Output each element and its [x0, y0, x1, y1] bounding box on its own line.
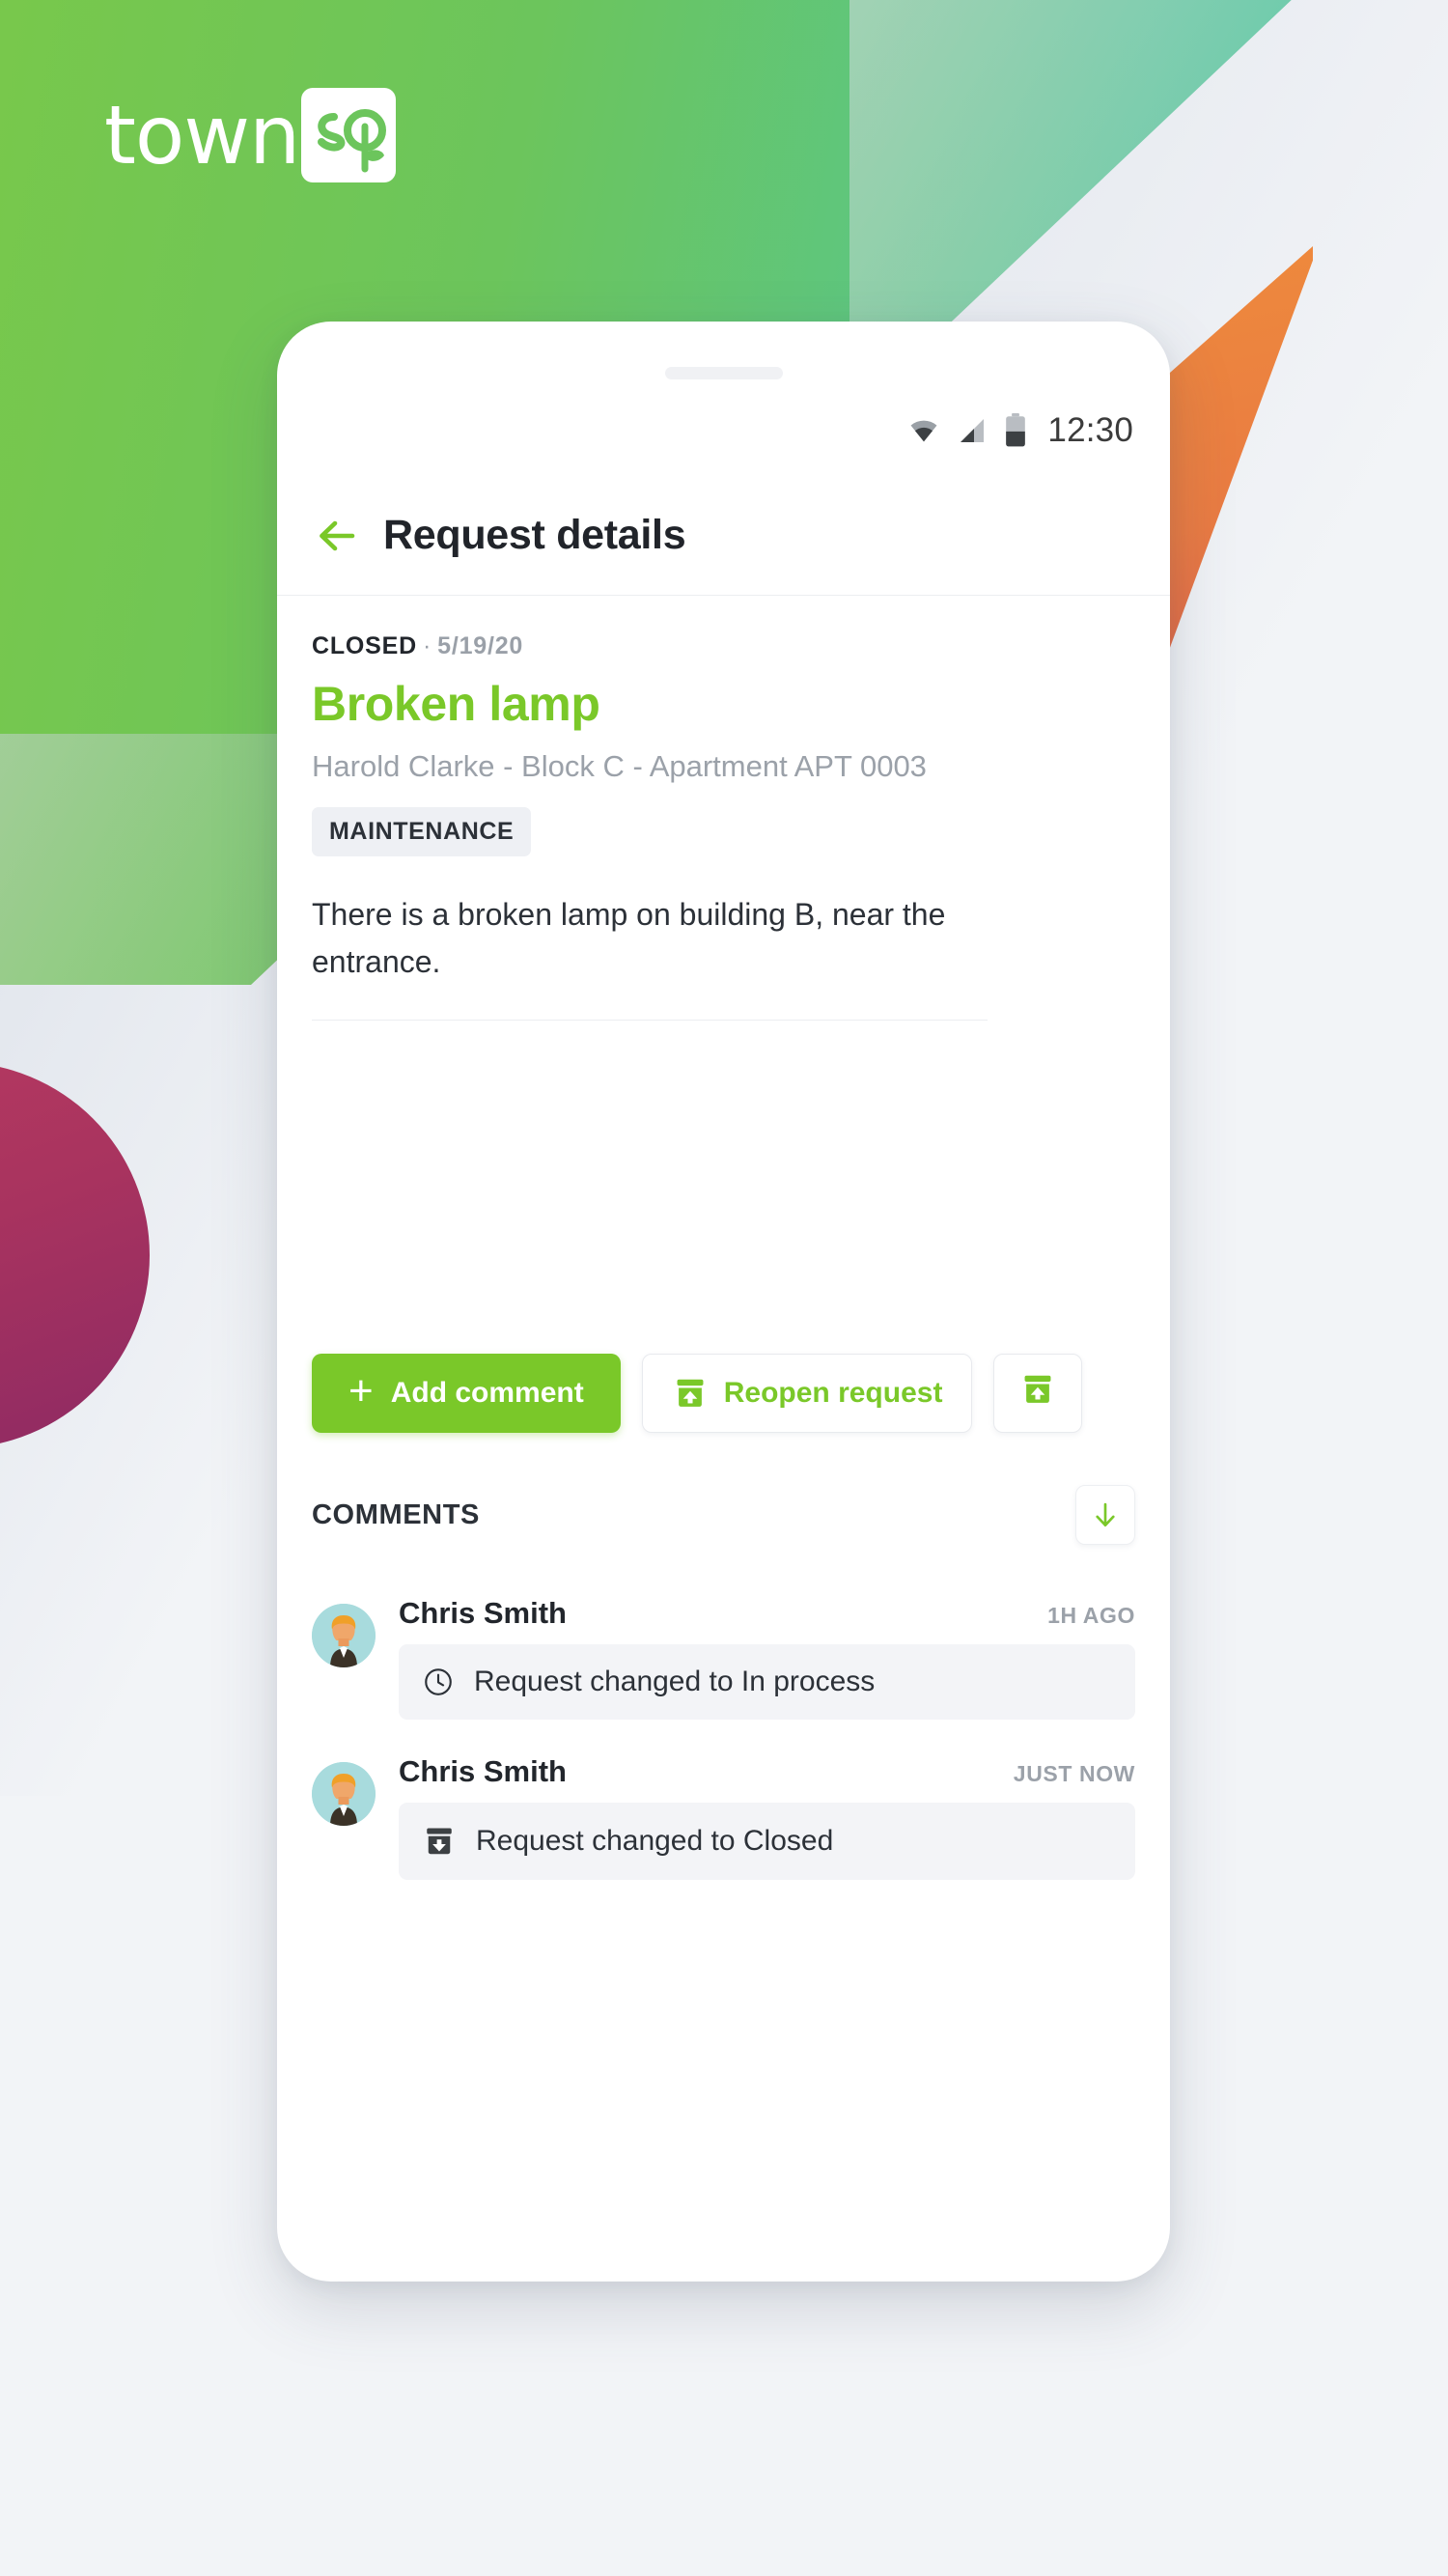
- arrow-down-icon: [1096, 1502, 1115, 1526]
- comment-timestamp: 1H AGO: [1047, 1603, 1135, 1628]
- comment-text: Request changed to In process: [474, 1666, 876, 1697]
- page-title: Request details: [383, 512, 686, 558]
- sq-sprout-icon: [318, 109, 387, 173]
- comments-list: Chris Smith 1H AGO Request changed to In…: [277, 1596, 1170, 1915]
- comment-meta: Chris Smith JUST NOW: [399, 1754, 1135, 1789]
- status-bar-clock: 12:30: [1047, 411, 1133, 449]
- battery-icon: [1006, 413, 1026, 447]
- unarchive-icon: [672, 1375, 709, 1412]
- user-avatar-icon: [312, 1604, 376, 1667]
- status-bar: 12:30: [907, 410, 1133, 451]
- request-requester: Harold Clarke - Block C - Apartment APT …: [312, 749, 927, 783]
- comment-author: Chris Smith: [399, 1596, 567, 1630]
- comments-title: COMMENTS: [312, 1498, 480, 1530]
- clock-icon: [422, 1666, 455, 1698]
- reopen-request-label: Reopen request: [723, 1377, 943, 1409]
- sort-comments-button[interactable]: [1075, 1485, 1135, 1545]
- phone-speaker-grill: [664, 367, 783, 379]
- comment-text: Request changed to Closed: [476, 1825, 834, 1857]
- request-status-line: CLOSED · 5/19/20: [312, 632, 1135, 660]
- avatar: [312, 1762, 376, 1826]
- add-comment-button[interactable]: + Add comment: [312, 1354, 621, 1433]
- app-header: Request details: [277, 476, 1170, 596]
- request-description: There is a broken lamp on building B, ne…: [312, 891, 988, 1022]
- comments-header: COMMENTS: [277, 1485, 1170, 1545]
- add-comment-label: Add comment: [390, 1377, 584, 1409]
- request-category-tag: MAINTENANCE: [312, 807, 532, 856]
- comment-timestamp: JUST NOW: [1013, 1761, 1135, 1786]
- list-item: Chris Smith 1H AGO Request changed to In…: [312, 1596, 1135, 1720]
- phone-mockup: 12:30 Request details CLOSED · 5/19/20 Bro…: [277, 322, 1170, 2282]
- request-title: Broken lamp: [312, 677, 600, 731]
- request-details-block: CLOSED · 5/19/20 Broken lamp Harold Clarke…: [277, 596, 1170, 1022]
- screenshot-stage: town 12:30 Request details CLOSED · 5/19…: [0, 0, 1448, 2576]
- request-date: 5/19/20: [437, 632, 524, 659]
- logo-wordmark: town: [104, 88, 300, 182]
- plus-icon: +: [348, 1367, 374, 1414]
- user-avatar-icon: [312, 1762, 376, 1826]
- back-button[interactable]: [306, 505, 368, 567]
- action-button-row: + Add comment Reopen request: [277, 1340, 1170, 1446]
- wifi-icon: [910, 420, 937, 442]
- status-badge: CLOSED: [312, 632, 417, 659]
- unarchive-icon-secondary: [1019, 1371, 1056, 1415]
- extra-action-button[interactable]: [993, 1354, 1083, 1433]
- townsq-logo: town: [104, 85, 397, 185]
- comment-author: Chris Smith: [399, 1754, 567, 1788]
- comment-bubble: Request changed to Closed: [399, 1803, 1135, 1880]
- logo-sq-mark: [301, 88, 397, 182]
- comment-body: Chris Smith 1H AGO Request changed to In…: [399, 1596, 1135, 1720]
- status-separator: ·: [422, 632, 432, 659]
- comment-body: Chris Smith JUST NOW Request changed to …: [399, 1754, 1135, 1880]
- signal-icon: [961, 419, 985, 442]
- comment-bubble: Request changed to In process: [399, 1644, 1135, 1720]
- avatar: [312, 1604, 376, 1667]
- arrow-left-icon: [320, 520, 355, 550]
- comment-meta: Chris Smith 1H AGO: [399, 1596, 1135, 1631]
- reopen-request-button[interactable]: Reopen request: [641, 1354, 973, 1433]
- phone-screen: 12:30 Request details CLOSED · 5/19/20 Bro…: [277, 322, 1170, 2282]
- archive-down-icon: [422, 1824, 457, 1859]
- list-item: Chris Smith JUST NOW Request changed to …: [312, 1754, 1135, 1880]
- magenta-circle-shape: [0, 1062, 150, 1448]
